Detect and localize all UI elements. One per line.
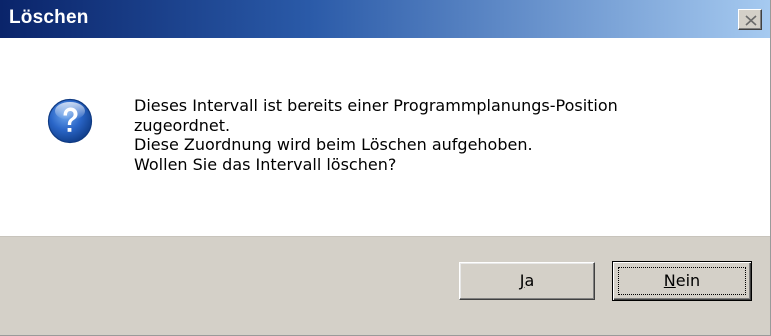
message-text: Dieses Intervall ist bereits einer Progr… [134,96,734,174]
no-button[interactable]: Nein [612,261,752,301]
no-button-label: Nein [663,271,701,290]
dialog-title: Löschen [9,7,89,28]
message-line: Wollen Sie das Intervall löschen? [134,154,397,174]
message-area: Dieses Intervall ist bereits einer Progr… [0,38,770,236]
message-line: zugeordnet. [134,115,231,135]
yes-button-label: Ja [519,271,535,290]
question-icon [47,98,93,144]
title-bar[interactable]: Löschen [0,0,770,38]
close-button[interactable] [738,9,762,30]
delete-dialog: Löschen Dieses Intervall ist bereits ein… [0,0,771,336]
button-bar: Ja Nein [0,236,770,335]
yes-button[interactable]: Ja [459,262,595,300]
message-line: Diese Zuordnung wird beim Löschen aufgeh… [134,135,533,154]
close-icon [745,15,757,26]
message-line: Dieses Intervall ist bereits einer Progr… [134,96,618,115]
